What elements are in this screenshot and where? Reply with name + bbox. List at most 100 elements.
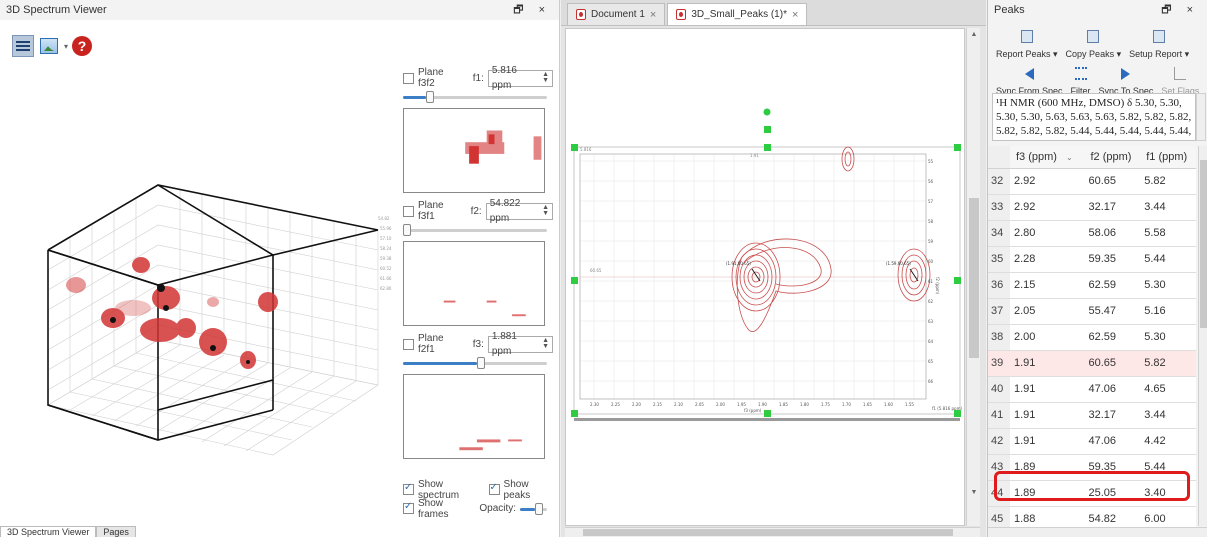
y-tick-label: 62 <box>928 299 934 304</box>
spectrum-canvas[interactable]: 2.30 2.25 2.20 2.15 2.10 2.05 2.00 1.95 1.90 1.85… <box>565 28 965 526</box>
show-peaks-checkbox[interactable] <box>488 482 500 495</box>
scroll-down-icon[interactable]: ▼ <box>969 488 979 498</box>
column-header-f1[interactable]: f1 (ppm) <box>1140 146 1196 169</box>
slider-thumb[interactable] <box>477 357 485 369</box>
y-tick-label: 65 <box>928 359 934 364</box>
plane-f2f1-checkbox[interactable] <box>403 338 414 350</box>
peak-report-text[interactable]: ¹H NMR (600 MHz, DMSO) δ 5.30, 5.30, 5.3… <box>992 93 1196 141</box>
spin-arrows-icon[interactable]: ▲ ▼ <box>542 204 549 217</box>
panel-window-controls[interactable]: 🗗 × <box>513 0 551 20</box>
column-header-f3[interactable]: f3 (ppm) ⌄ <box>1010 146 1085 169</box>
table-row[interactable]: 42 1.91 47.06 4.42 <box>988 428 1196 455</box>
cell-f2: 60.65 <box>1084 168 1141 195</box>
arrow-right-icon <box>1121 68 1131 80</box>
sort-chevron-icon[interactable]: ⌄ <box>1066 153 1073 162</box>
cell-f2: 47.06 <box>1084 428 1141 455</box>
cell-f1: 5.30 <box>1140 324 1196 351</box>
f3-slider[interactable] <box>403 356 553 370</box>
peak-label[interactable]: (1.91,60.65) <box>726 261 751 266</box>
show-spectrum-checkbox[interactable] <box>403 482 414 495</box>
tab-3d-small-peaks[interactable]: 3D_Small_Peaks (1)* × <box>667 3 808 25</box>
menu-icon[interactable] <box>12 35 34 57</box>
cell-f2: 62.59 <box>1084 324 1141 351</box>
left-bottom-tabs: 3D Spectrum Viewer Pages <box>0 526 136 537</box>
scroll-up-icon[interactable]: ▲ <box>969 30 979 40</box>
peaks-table-vertical-scrollbar[interactable] <box>1198 146 1207 526</box>
tab-pages[interactable]: Pages <box>96 526 136 537</box>
document-horizontal-scrollbar[interactable] <box>565 527 980 537</box>
tab-document-1[interactable]: Document 1 × <box>567 3 666 25</box>
slider-thumb[interactable] <box>535 502 544 515</box>
flag-icon <box>1174 67 1187 80</box>
sync-from-spec-button[interactable]: Sync From Spec <box>992 58 1067 96</box>
svg-text:59.38: 59.38 <box>380 256 392 261</box>
row-index: 39 <box>988 350 1010 377</box>
f1-value-spinbox[interactable]: 5.816 ppm ▲ ▼ <box>487 65 553 91</box>
x-tick-label: 1.60 <box>884 402 893 407</box>
plane-f2f1-preview <box>403 374 545 459</box>
table-row[interactable]: 41 1.91 32.17 3.44 <box>988 402 1196 429</box>
table-row[interactable]: 39 1.91 60.65 5.82 <box>988 350 1196 377</box>
table-row[interactable]: 43 1.89 59.35 5.44 <box>988 454 1196 481</box>
report-peaks-button[interactable]: Report Peaks ▾ <box>992 22 1062 60</box>
show-frames-checkbox[interactable] <box>403 501 414 514</box>
plane-f3f2-row: Plane f3f2 f1: 5.816 ppm ▲ ▼ <box>403 65 553 91</box>
table-row[interactable]: 40 1.91 47.06 4.65 <box>988 376 1196 403</box>
spin-arrows-icon[interactable]: ▲ ▼ <box>542 71 549 84</box>
sync-to-spec-button[interactable]: Sync To Spec <box>1095 58 1158 96</box>
filter-button[interactable]: Filter <box>1067 58 1095 96</box>
column-header-f2[interactable]: f2 (ppm) <box>1084 146 1141 169</box>
help-icon[interactable]: ? <box>72 36 93 56</box>
table-header-row: f3 (ppm) ⌄ f2 (ppm) f1 (ppm) <box>988 146 1196 169</box>
cell-f2: 47.06 <box>1084 376 1141 403</box>
plane-f3-axis-label: f3: <box>472 338 484 350</box>
panel-window-controls[interactable]: 🗗 × <box>1161 0 1199 20</box>
slider-thumb[interactable] <box>403 224 411 236</box>
f3-value: 1.881 ppm <box>491 331 517 357</box>
spin-arrows-icon[interactable]: ▲ ▼ <box>542 337 549 350</box>
chevron-down-icon[interactable]: ▾ <box>64 42 68 51</box>
f2-slider[interactable] <box>403 223 553 237</box>
table-row[interactable]: 38 2.00 62.59 5.30 <box>988 324 1196 351</box>
set-flags-button[interactable]: Set Flags <box>1157 58 1203 96</box>
peaks-table-horizontal-scrollbar[interactable] <box>988 527 1207 537</box>
peak-label[interactable]: (1.59,60.65) <box>886 261 911 266</box>
scrollbar-thumb[interactable] <box>1200 160 1207 328</box>
copy-peaks-button[interactable]: Copy Peaks ▾ <box>1062 22 1126 60</box>
table-row[interactable]: 33 2.92 32.17 3.44 <box>988 194 1196 221</box>
y-tick-label: 55 <box>928 159 934 164</box>
document-vertical-scrollbar[interactable]: ▲ ▼ <box>966 28 980 526</box>
close-icon[interactable]: × <box>792 9 798 21</box>
table-row[interactable]: 34 2.80 58.06 5.58 <box>988 220 1196 247</box>
setup-report-button[interactable]: Setup Report ▾ <box>1125 22 1193 60</box>
tab-3d-spectrum-viewer[interactable]: 3D Spectrum Viewer <box>0 526 97 537</box>
table-row[interactable]: 32 2.92 60.65 5.82 <box>988 168 1196 195</box>
scrollbar-thumb[interactable] <box>969 198 979 358</box>
y-tick-label: 63 <box>928 319 934 324</box>
contour-plot[interactable]: 2.30 2.25 2.20 2.15 2.10 2.05 2.00 1.95 1.90 1.85… <box>566 29 966 527</box>
f3-value-spinbox[interactable]: 1.881 ppm ▲ ▼ <box>487 331 553 357</box>
plane-f3f2-checkbox[interactable] <box>403 72 414 84</box>
report-scrollbar[interactable] <box>1196 93 1206 141</box>
slider-thumb[interactable] <box>426 91 434 103</box>
table-row[interactable]: 36 2.15 62.59 5.30 <box>988 272 1196 299</box>
table-row[interactable]: 35 2.28 59.35 5.44 <box>988 246 1196 273</box>
f2-value-spinbox[interactable]: 54.822 ppm ▲ ▼ <box>485 198 553 224</box>
cell-f3: 2.05 <box>1010 298 1085 325</box>
opacity-slider[interactable] <box>520 502 553 516</box>
document-icon <box>676 9 687 20</box>
cell-f3: 1.91 <box>1010 376 1085 403</box>
cell-f3: 1.91 <box>1010 402 1085 429</box>
x-tick-label: 2.00 <box>716 402 725 407</box>
close-icon[interactable]: × <box>650 9 656 21</box>
plane-f3f1-checkbox[interactable] <box>403 205 414 217</box>
plot-3d[interactable]: 54.82 55.96 57.10 58.24 59.38 60.52 61.66 62.80 <box>8 70 400 525</box>
scrollbar-thumb[interactable] <box>583 529 953 536</box>
table-row[interactable]: 44 1.89 25.05 3.40 <box>988 480 1196 507</box>
panel-title-bar: 3D Spectrum Viewer 🗗 × <box>0 0 559 20</box>
cell-f1: 5.44 <box>1140 454 1196 481</box>
f1-slider[interactable] <box>403 90 553 104</box>
export-image-button[interactable] <box>38 35 60 57</box>
table-row[interactable]: 37 2.05 55.47 5.16 <box>988 298 1196 325</box>
x-tick-label: 2.25 <box>611 402 620 407</box>
